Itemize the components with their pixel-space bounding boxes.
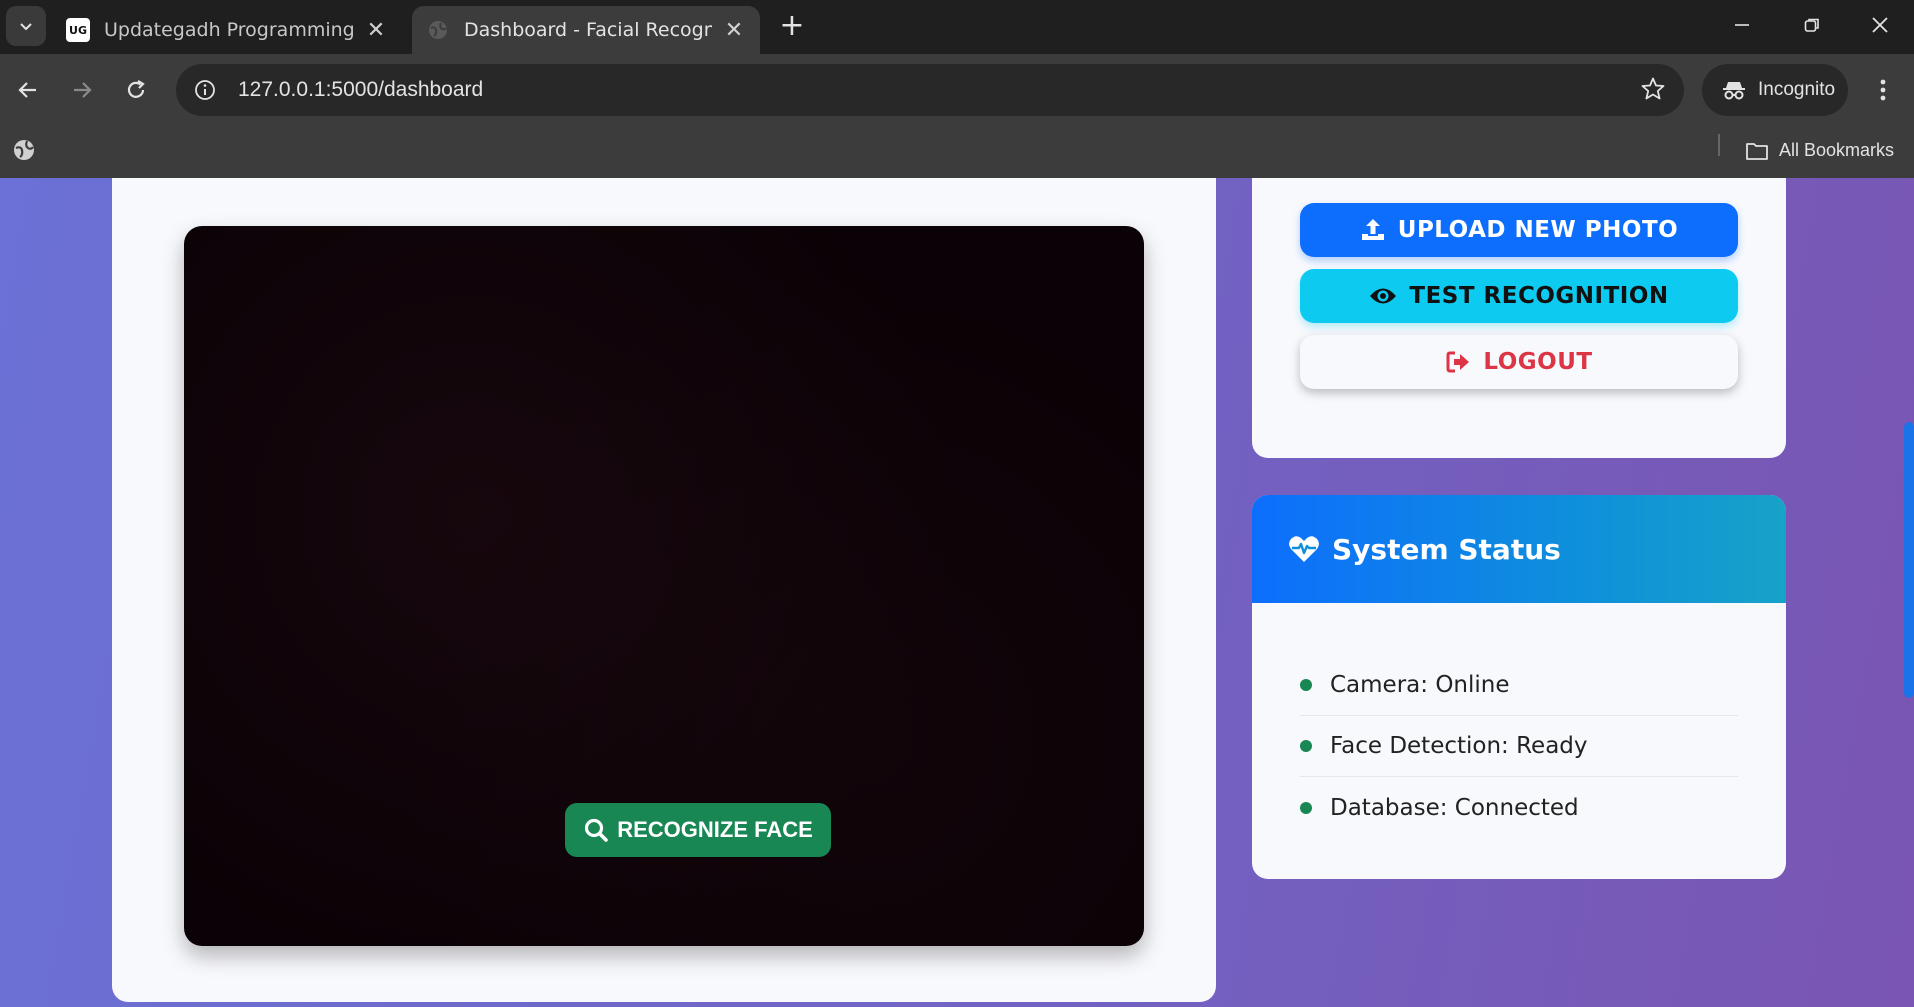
plus-icon[interactable]: +	[774, 8, 810, 44]
all-bookmarks-button[interactable]: All Bookmarks	[1745, 140, 1894, 161]
reload-icon[interactable]	[116, 70, 156, 110]
globe-icon	[426, 18, 450, 42]
info-icon[interactable]	[190, 75, 220, 105]
bookmarks-divider	[1718, 134, 1720, 156]
upload-label: UPLOAD NEW PHOTO	[1397, 217, 1679, 243]
restore-icon[interactable]	[1778, 0, 1846, 50]
camera-card: RECOGNIZE FACE	[112, 178, 1216, 1002]
status-dot-icon	[1300, 679, 1312, 691]
recognize-face-button[interactable]: RECOGNIZE FACE	[565, 803, 831, 857]
address-bar[interactable]: 127.0.0.1:5000/dashboard	[176, 64, 1684, 116]
tab-updategadh[interactable]: UG Updategadh Programming - Up ✕	[52, 6, 402, 54]
close-icon[interactable]: ✕	[722, 18, 746, 43]
close-icon[interactable]: ✕	[364, 18, 388, 43]
tab-search-button[interactable]	[6, 6, 46, 46]
incognito-label: Incognito	[1758, 79, 1836, 100]
forward-icon[interactable]	[62, 70, 102, 110]
kebab-menu-icon[interactable]	[1868, 72, 1898, 108]
status-item-label: Face Detection: Ready	[1330, 733, 1588, 759]
tab-dashboard[interactable]: Dashboard - Facial Recognition ✕	[412, 6, 760, 54]
heartbeat-icon	[1289, 536, 1319, 562]
upload-icon	[1361, 219, 1384, 240]
system-status-title: System Status	[1332, 532, 1561, 566]
tab-title: Updategadh Programming - Up	[104, 19, 354, 41]
logout-button[interactable]: LOGOUT	[1300, 335, 1738, 389]
folder-icon	[1746, 142, 1768, 160]
recognize-face-label: RECOGNIZE FACE	[617, 817, 813, 842]
eye-icon	[1370, 288, 1397, 304]
status-item-database: Database: Connected	[1300, 777, 1738, 838]
system-status-header: System Status	[1252, 495, 1786, 603]
tab-title: Dashboard - Facial Recognition	[464, 19, 712, 41]
page-viewport: RECOGNIZE FACE UPLOAD NEW PHOTO TEST REC…	[0, 178, 1914, 1007]
url-text[interactable]: 127.0.0.1:5000/dashboard	[238, 78, 483, 102]
upload-new-photo-button[interactable]: UPLOAD NEW PHOTO	[1300, 203, 1738, 257]
status-dot-icon	[1300, 801, 1312, 814]
sign-out-icon	[1446, 351, 1470, 373]
minimize-icon[interactable]	[1708, 0, 1776, 50]
browser-toolbar: 127.0.0.1:5000/dashboard Incognito All B…	[0, 54, 1914, 178]
bookmarks-bar: All Bookmarks	[0, 126, 1914, 178]
status-item-label: Camera: Online	[1330, 672, 1510, 698]
status-list: Camera: Online Face Detection: Ready Dat…	[1300, 655, 1738, 838]
star-icon[interactable]	[1640, 76, 1666, 106]
globe-icon[interactable]	[12, 138, 36, 166]
incognito-indicator[interactable]: Incognito	[1702, 64, 1848, 116]
test-recognition-button[interactable]: TEST RECOGNITION	[1300, 269, 1738, 323]
search-icon	[585, 818, 609, 842]
actions-card: UPLOAD NEW PHOTO TEST RECOGNITION LOGOUT	[1252, 178, 1786, 458]
browser-tab-bar: UG Updategadh Programming - Up ✕ Dashboa…	[0, 0, 1914, 54]
chevron-down-icon	[20, 23, 32, 31]
system-status-card: System Status Camera: Online Face Detect…	[1252, 495, 1786, 879]
incognito-icon	[1723, 82, 1745, 100]
window-close-icon[interactable]	[1846, 0, 1914, 50]
status-item-label: Database: Connected	[1330, 794, 1579, 821]
status-dot-icon	[1300, 740, 1312, 752]
back-icon[interactable]	[8, 70, 48, 110]
test-label: TEST RECOGNITION	[1409, 283, 1669, 309]
updategadh-favicon-icon: UG	[66, 18, 90, 42]
status-item-camera: Camera: Online	[1300, 655, 1738, 716]
all-bookmarks-label: All Bookmarks	[1778, 140, 1894, 160]
page-scrollbar[interactable]	[1904, 422, 1914, 698]
status-item-face-detection: Face Detection: Ready	[1300, 716, 1738, 777]
logout-label: LOGOUT	[1483, 349, 1593, 375]
